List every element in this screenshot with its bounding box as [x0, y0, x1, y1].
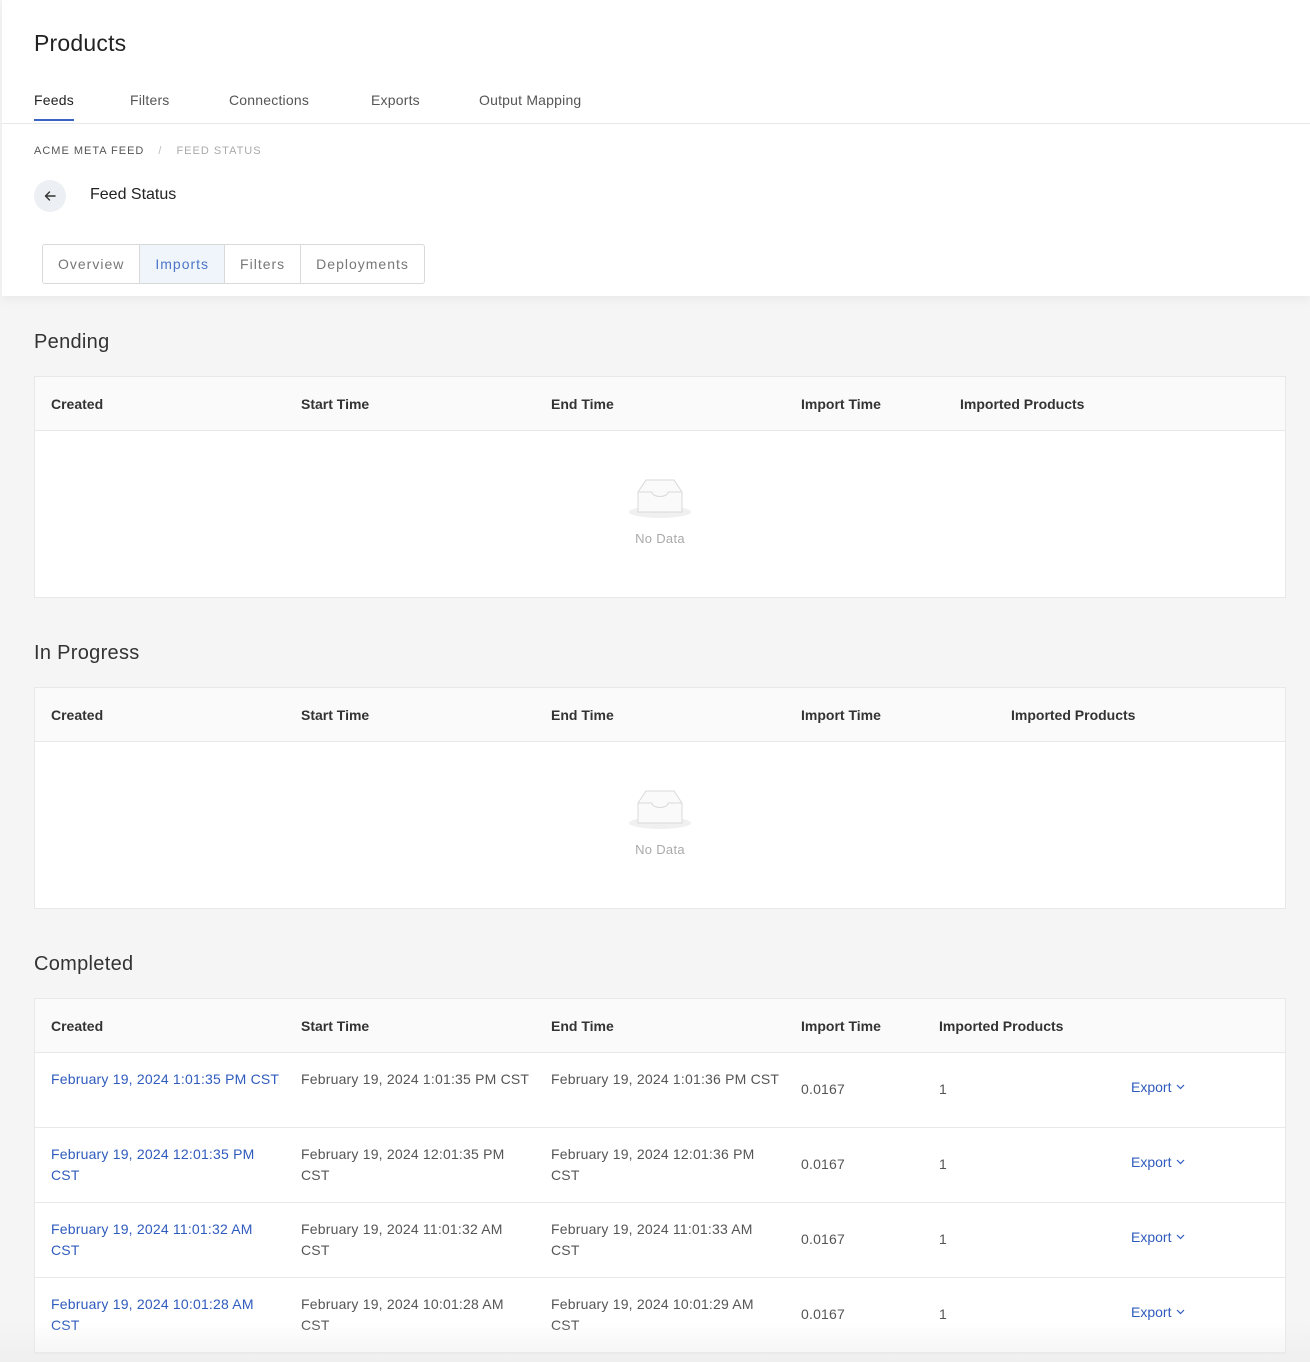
- export-dropdown[interactable]: Export: [1131, 1304, 1185, 1320]
- in-progress-section-title: In Progress: [34, 642, 140, 664]
- breadcrumb: ACME META FEED / FEED STATUS: [34, 145, 262, 157]
- start-time-cell: February 19, 2024 1:01:35 PM CST: [301, 1071, 530, 1087]
- table-row: February 19, 2024 12:01:35 PM CST Februa…: [35, 1128, 1285, 1203]
- tab-feeds[interactable]: Feeds: [34, 92, 74, 121]
- created-link[interactable]: February 19, 2024 10:01:28 AM CST: [51, 1294, 281, 1336]
- created-link[interactable]: February 19, 2024 11:01:32 AM CST: [51, 1219, 281, 1261]
- imported-products-cell: 1: [939, 1081, 947, 1097]
- table-header: Created Start Time End Time Import Time …: [35, 999, 1285, 1053]
- main-tabs: Feeds Filters Connections Exports Output…: [2, 83, 1310, 124]
- col-end-time: End Time: [551, 707, 614, 723]
- col-start-time: Start Time: [301, 707, 370, 723]
- subtab-imports[interactable]: Imports: [140, 245, 226, 283]
- table-row: February 19, 2024 11:01:32 AM CST Februa…: [35, 1203, 1285, 1278]
- table-row: February 19, 2024 10:01:28 AM CST Februa…: [35, 1278, 1285, 1353]
- start-time-cell: February 19, 2024 11:01:32 AM CST: [301, 1221, 503, 1258]
- empty-inbox-icon: [628, 787, 692, 836]
- imported-products-cell: 1: [939, 1306, 947, 1322]
- empty-state: No Data: [35, 742, 1285, 908]
- empty-text: No Data: [635, 531, 685, 546]
- export-dropdown[interactable]: Export: [1131, 1154, 1185, 1170]
- completed-table: Created Start Time End Time Import Time …: [34, 998, 1286, 1354]
- chevron-down-icon: [1176, 1159, 1185, 1165]
- imported-products-cell: 1: [939, 1156, 947, 1172]
- end-time-cell: February 19, 2024 12:01:36 PM CST: [551, 1146, 755, 1183]
- export-label: Export: [1131, 1079, 1172, 1095]
- export-label: Export: [1131, 1229, 1172, 1245]
- col-import-time: Import Time: [801, 707, 881, 723]
- col-import-time: Import Time: [801, 396, 881, 412]
- col-imported-products: Imported Products: [1011, 707, 1136, 723]
- start-time-cell: February 19, 2024 10:01:28 AM CST: [301, 1296, 504, 1333]
- import-time-cell: 0.0167: [801, 1306, 846, 1322]
- export-label: Export: [1131, 1304, 1172, 1320]
- tab-connections[interactable]: Connections: [229, 92, 309, 120]
- col-imported-products: Imported Products: [960, 396, 1085, 412]
- tab-output-mapping[interactable]: Output Mapping: [479, 92, 581, 120]
- created-link[interactable]: February 19, 2024 1:01:35 PM CST: [51, 1069, 281, 1090]
- subtab-overview[interactable]: Overview: [43, 245, 141, 283]
- created-link[interactable]: February 19, 2024 12:01:35 PM CST: [51, 1144, 281, 1186]
- completed-section-title: Completed: [34, 953, 134, 975]
- page-title: Products: [34, 30, 127, 56]
- col-end-time: End Time: [551, 396, 614, 412]
- col-imported-products: Imported Products: [939, 1018, 1064, 1034]
- imported-products-cell: 1: [939, 1231, 947, 1247]
- page-header: Products Feeds Filters Connections Expor…: [2, 0, 1310, 296]
- arrow-left-icon: [44, 190, 56, 202]
- table-row: February 19, 2024 1:01:35 PM CST Februar…: [35, 1053, 1285, 1128]
- pending-table: Created Start Time End Time Import Time …: [34, 376, 1286, 598]
- empty-inbox-icon: [628, 476, 692, 525]
- feed-status-title: Feed Status: [90, 186, 177, 203]
- col-created: Created: [51, 396, 104, 412]
- back-button[interactable]: [34, 180, 66, 212]
- empty-state: No Data: [35, 431, 1285, 597]
- import-time-cell: 0.0167: [801, 1156, 846, 1172]
- table-header: Created Start Time End Time Import Time …: [35, 377, 1285, 431]
- breadcrumb-parent[interactable]: ACME META FEED: [34, 145, 144, 157]
- imports-sub-tabs: Overview Imports Filters Deployments: [42, 244, 425, 284]
- col-end-time: End Time: [551, 1018, 614, 1034]
- tab-exports[interactable]: Exports: [371, 92, 420, 120]
- in-progress-table: Created Start Time End Time Import Time …: [34, 687, 1286, 909]
- end-time-cell: February 19, 2024 1:01:36 PM CST: [551, 1071, 780, 1087]
- tab-filters[interactable]: Filters: [130, 92, 170, 120]
- subtab-deployments[interactable]: Deployments: [301, 245, 424, 283]
- col-start-time: Start Time: [301, 1018, 370, 1034]
- import-time-cell: 0.0167: [801, 1231, 846, 1247]
- import-time-cell: 0.0167: [801, 1081, 846, 1097]
- export-dropdown[interactable]: Export: [1131, 1229, 1185, 1245]
- empty-text: No Data: [635, 842, 685, 857]
- pending-section-title: Pending: [34, 331, 110, 353]
- col-import-time: Import Time: [801, 1018, 881, 1034]
- breadcrumb-separator: /: [158, 145, 163, 157]
- col-created: Created: [51, 707, 104, 723]
- chevron-down-icon: [1176, 1084, 1185, 1090]
- subtab-filters[interactable]: Filters: [225, 245, 302, 283]
- export-label: Export: [1131, 1154, 1172, 1170]
- chevron-down-icon: [1176, 1234, 1185, 1240]
- col-created: Created: [51, 1018, 104, 1034]
- breadcrumb-current: FEED STATUS: [176, 145, 262, 157]
- end-time-cell: February 19, 2024 11:01:33 AM CST: [551, 1221, 753, 1258]
- chevron-down-icon: [1176, 1309, 1185, 1315]
- table-header: Created Start Time End Time Import Time …: [35, 688, 1285, 742]
- start-time-cell: February 19, 2024 12:01:35 PM CST: [301, 1146, 505, 1183]
- end-time-cell: February 19, 2024 10:01:29 AM CST: [551, 1296, 754, 1333]
- col-start-time: Start Time: [301, 396, 370, 412]
- export-dropdown[interactable]: Export: [1131, 1079, 1185, 1095]
